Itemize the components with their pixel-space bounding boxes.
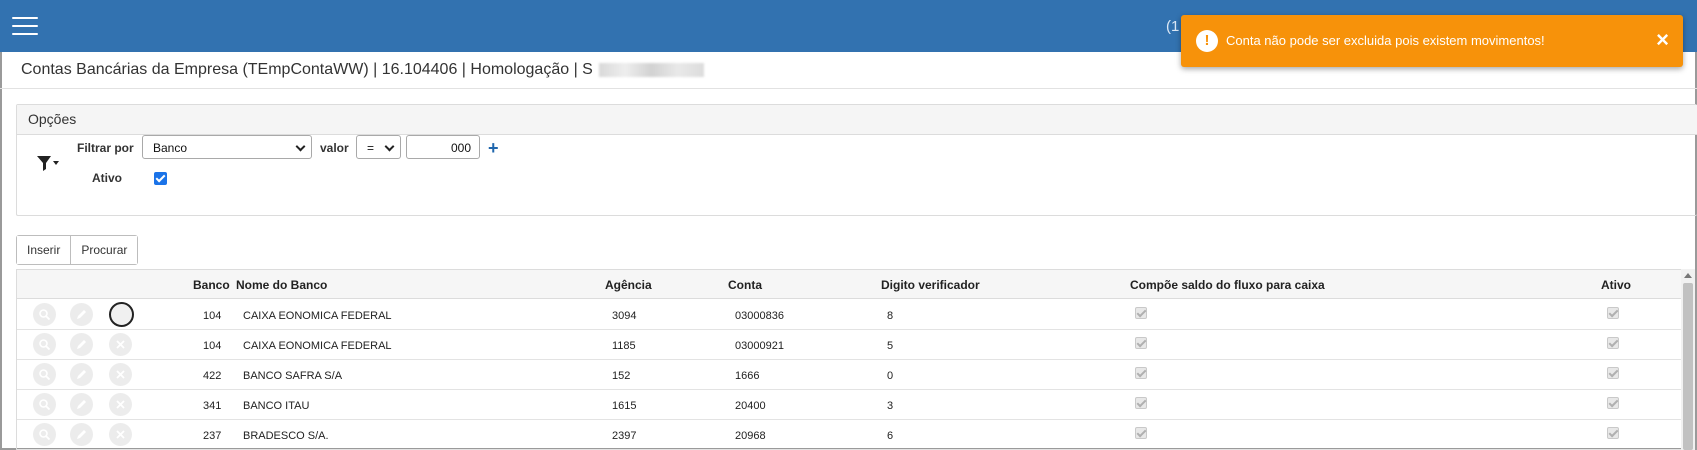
col-conta[interactable]: Conta [728, 278, 762, 292]
col-agencia[interactable]: Agência [605, 278, 652, 292]
cell-banco: 104 [203, 310, 222, 322]
cell-banco: 341 [203, 400, 222, 412]
options-panel: Opções Filtrar por Banco valor = 000 + A… [16, 104, 1697, 216]
toolbar: Inserir Procurar [16, 235, 139, 265]
delete-icon[interactable] [109, 423, 132, 446]
compoe-saldo-checkbox [1135, 367, 1147, 379]
cell-digito: 6 [887, 430, 894, 442]
edit-icon[interactable] [70, 363, 93, 386]
compoe-saldo-checkbox [1135, 307, 1147, 319]
col-nome-banco[interactable]: Nome do Banco [236, 278, 327, 292]
delete-icon[interactable] [109, 302, 134, 327]
view-icon[interactable] [33, 423, 56, 446]
filter-field-select[interactable]: Banco [142, 135, 312, 159]
edit-icon[interactable] [70, 393, 93, 416]
compoe-saldo-checkbox [1135, 337, 1147, 349]
redacted-text [598, 62, 704, 77]
col-banco[interactable]: Banco [193, 278, 230, 292]
table-row[interactable]: 104 CAIXA EONOMICA FEDERAL 1185 03000921 5 [17, 330, 1681, 360]
close-icon[interactable]: × [1656, 28, 1669, 52]
view-icon[interactable] [33, 393, 56, 416]
ativo-checkbox [1607, 367, 1619, 379]
cell-banco: 237 [203, 430, 222, 442]
operator-value: = [367, 141, 375, 155]
active-checkbox[interactable] [154, 172, 167, 185]
cell-agencia: 3094 [612, 310, 637, 322]
insert-button[interactable]: Inserir [17, 236, 71, 264]
add-filter-icon[interactable]: + [488, 138, 499, 159]
exclamation-icon: ! [1196, 30, 1218, 52]
edit-icon[interactable] [70, 303, 93, 326]
cell-digito: 5 [887, 340, 894, 352]
cell-conta: 1666 [735, 370, 760, 382]
cell-conta: 03000921 [735, 340, 784, 352]
chevron-down-icon [295, 141, 306, 152]
cell-conta: 20400 [735, 400, 766, 412]
page-title-text: Contas Bancárias da Empresa (TEmpContaWW… [21, 61, 593, 78]
filter-value-input[interactable]: 000 [406, 135, 480, 159]
filter-icon[interactable] [36, 153, 60, 173]
cell-banco: 104 [203, 340, 222, 352]
compoe-saldo-checkbox [1135, 427, 1147, 439]
cell-agencia: 152 [612, 370, 631, 382]
options-panel-title: Opções [17, 105, 1697, 135]
cell-nome-banco: CAIXA EONOMICA FEDERAL [243, 310, 392, 322]
col-digito[interactable]: Digito verificador [881, 278, 980, 292]
col-ativo[interactable]: Ativo [1601, 278, 1631, 292]
value-label: valor [320, 141, 349, 155]
table-row[interactable]: 422 BANCO SAFRA S/A 152 1666 0 [17, 360, 1681, 390]
edit-icon[interactable] [70, 423, 93, 446]
header-right-text: (1 [1166, 18, 1180, 35]
delete-icon[interactable] [109, 333, 132, 356]
cell-digito: 8 [887, 310, 894, 322]
cell-nome-banco: BANCO SAFRA S/A [243, 370, 343, 382]
cell-banco: 422 [203, 370, 222, 382]
table-row[interactable]: 237 BRADESCO S/A. 2397 20968 6 [17, 420, 1681, 450]
col-compoe-saldo[interactable]: Compõe saldo do fluxo para caixa [1130, 278, 1325, 292]
scroll-thumb[interactable] [1683, 283, 1693, 450]
view-icon[interactable] [33, 363, 56, 386]
menu-icon[interactable] [12, 17, 38, 35]
view-icon[interactable] [33, 333, 56, 356]
cell-digito: 0 [887, 370, 894, 382]
search-button[interactable]: Procurar [70, 236, 138, 264]
divider [0, 88, 1697, 89]
ativo-checkbox [1607, 427, 1619, 439]
compoe-saldo-checkbox [1135, 397, 1147, 409]
cell-nome-banco: CAIXA EONOMICA FEDERAL [243, 340, 392, 352]
accounts-table: Banco Nome do Banco Agência Conta Digito… [16, 269, 1681, 450]
scroll-up-icon[interactable] [1684, 273, 1692, 278]
cell-nome-banco: BANCO ITAU [243, 400, 310, 412]
delete-icon[interactable] [109, 393, 132, 416]
error-toast: ! Conta não pode ser excluida pois exist… [1181, 15, 1683, 67]
view-icon[interactable] [33, 303, 56, 326]
cell-digito: 3 [887, 400, 894, 412]
edit-icon[interactable] [70, 333, 93, 356]
table-row[interactable]: 341 BANCO ITAU 1615 20400 3 [17, 390, 1681, 420]
cell-agencia: 1615 [612, 400, 637, 412]
cell-agencia: 2397 [612, 430, 637, 442]
cell-nome-banco: BRADESCO S/A. [243, 430, 329, 442]
ativo-checkbox [1607, 397, 1619, 409]
operator-select[interactable]: = [356, 135, 401, 159]
toast-message: Conta não pode ser excluida pois existem… [1226, 33, 1545, 48]
cell-conta: 03000836 [735, 310, 784, 322]
cell-agencia: 1185 [612, 340, 636, 352]
filter-field-value: Banco [153, 141, 188, 155]
table-row[interactable]: 104 CAIXA EONOMICA FEDERAL 3094 03000836 8 [17, 300, 1681, 330]
delete-icon[interactable] [109, 363, 132, 386]
page-title: Contas Bancárias da Empresa (TEmpContaWW… [21, 61, 704, 79]
ativo-checkbox [1607, 337, 1619, 349]
table-header: Banco Nome do Banco Agência Conta Digito… [17, 269, 1681, 299]
active-label: Ativo [92, 171, 122, 185]
ativo-checkbox [1607, 307, 1619, 319]
chevron-down-icon [384, 141, 395, 152]
cell-conta: 20968 [735, 430, 766, 442]
vertical-scrollbar[interactable] [1681, 269, 1695, 450]
filter-by-label: Filtrar por [77, 141, 134, 155]
